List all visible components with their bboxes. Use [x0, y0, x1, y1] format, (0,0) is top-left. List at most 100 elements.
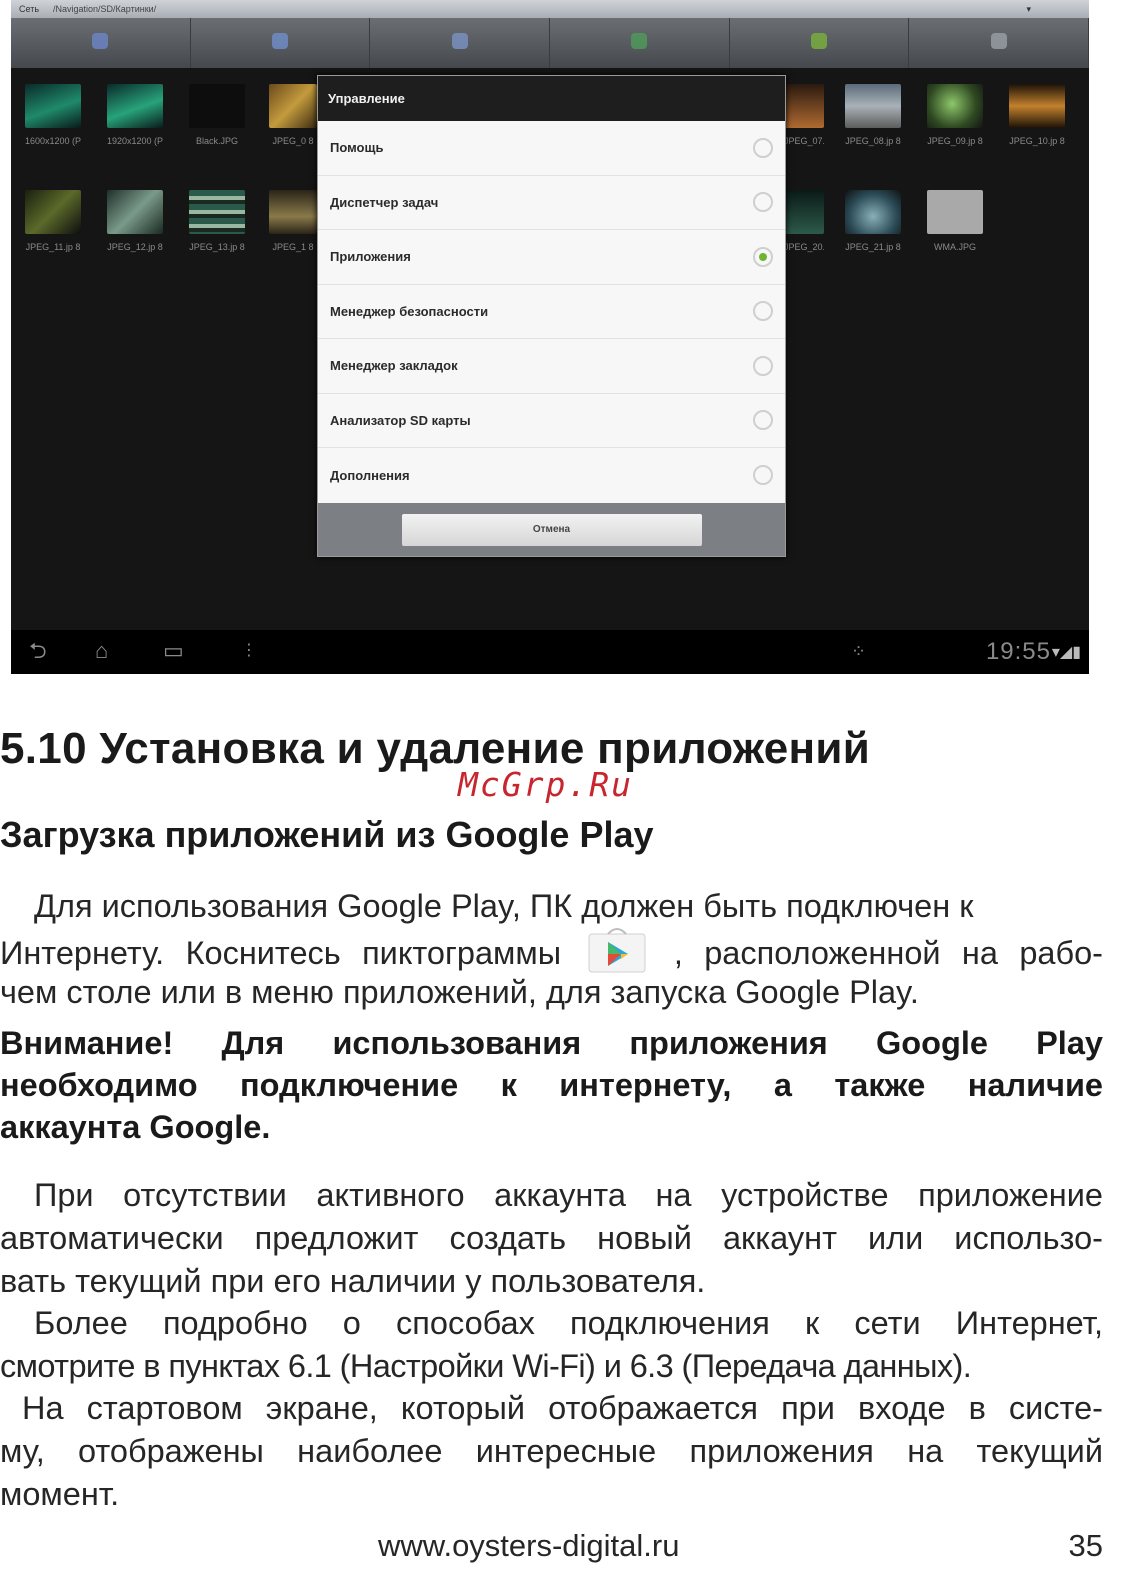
- menu-icon[interactable]: ⋮: [241, 640, 257, 662]
- thumbnail-caption: JPEG_07.jp 8: [784, 136, 824, 146]
- thumbnail-caption: JPEG_10.jp 8: [1009, 136, 1065, 146]
- back-icon[interactable]: ⮌: [29, 640, 47, 662]
- toolbar-button[interactable]: [730, 18, 910, 68]
- thumbnail[interactable]: JPEG_20.jp 8: [784, 190, 824, 254]
- search-icon: [451, 33, 468, 49]
- image-thumbnail: [25, 190, 81, 234]
- dialog-footer: Отмена: [318, 503, 785, 556]
- option-label: Анализатор SD карты: [330, 412, 471, 428]
- thumbnail-caption: JPEG_21.jp 8: [845, 242, 901, 252]
- thumbnail[interactable]: JPEG_12.jp 8: [107, 190, 163, 254]
- image-thumbnail: [25, 84, 81, 128]
- toolbar-button[interactable]: [191, 18, 371, 68]
- up-icon: [272, 33, 288, 49]
- image-thumbnail: [189, 84, 245, 128]
- thumbnail[interactable]: JPEG_07.jp 8: [784, 84, 824, 148]
- thumbnail[interactable]: JPEG_09.jp 8: [927, 84, 983, 148]
- thumbnail[interactable]: JPEG_10.jp 8: [1009, 84, 1065, 148]
- thumbnail[interactable]: Black.JPG: [189, 84, 245, 148]
- thumbnail[interactable]: JPEG_08.jp 8: [845, 84, 901, 148]
- option-label: Приложения: [330, 249, 411, 265]
- text-line: Более подробно о способах подключения к …: [34, 1305, 1103, 1341]
- home-icon[interactable]: ⌂: [95, 640, 108, 662]
- dialog-option-task-manager[interactable]: Диспетчер задач: [318, 176, 785, 230]
- radio-button[interactable]: [753, 410, 773, 431]
- text-line: Для использования Google Play, ПК должен…: [34, 888, 974, 924]
- text-fragment: Интернету. Коснитесь пиктограммы: [0, 935, 562, 971]
- menu-icon: [990, 33, 1007, 49]
- text-line: смотрите в пунктах 6.1 (Настройки Wi-Fi)…: [0, 1348, 972, 1384]
- text-line: чем столе или в меню приложений, для зап…: [0, 974, 919, 1010]
- dialog-options: Помощь Диспетчер задач Приложения Менедж…: [318, 121, 785, 503]
- thumbnail[interactable]: JPEG_13.jp 8: [189, 190, 245, 254]
- radio-button[interactable]: [753, 192, 773, 213]
- option-label: Дополнения: [330, 467, 410, 483]
- status-clock: 19:55: [985, 638, 1051, 665]
- text-line: вать текущий при его наличии у пользоват…: [0, 1263, 706, 1299]
- image-thumbnail: [269, 84, 317, 128]
- radio-button[interactable]: [753, 465, 773, 486]
- page-number: 35: [1068, 1528, 1103, 1563]
- thumbnail-caption: JPEG_20.jp 8: [784, 242, 824, 252]
- dialog-option-sd-analyzer[interactable]: Анализатор SD карты: [318, 394, 785, 448]
- tools-icon: [811, 33, 828, 49]
- thumbnail[interactable]: JPEG_11.jp 8: [25, 190, 81, 254]
- thumbnail-caption: JPEG_13.jp 8: [189, 242, 245, 252]
- radio-button-selected[interactable]: [753, 246, 773, 267]
- image-thumbnail: [107, 84, 163, 128]
- google-play-icon: [586, 928, 648, 974]
- image-thumbnail: [927, 190, 983, 234]
- thumbnail-caption: JPEG_11.jp 8: [25, 242, 81, 252]
- screenshot-icon[interactable]: ⁘: [851, 640, 866, 662]
- thumbnail-caption: Black.JPG: [195, 136, 238, 146]
- subsection-title: Загрузка приложений из Google Play: [0, 814, 654, 855]
- radio-button[interactable]: [753, 137, 773, 158]
- text-line: аккаунта Google.: [0, 1109, 271, 1145]
- thumbnail[interactable]: JPEG_1 8: [269, 190, 317, 254]
- section-title: 5.10 Установка и удаление приложений: [0, 724, 871, 773]
- dialog-option-help[interactable]: Помощь: [318, 121, 785, 176]
- thumbnail-caption: 1920x1200 (PS): [107, 136, 163, 146]
- thumbnail[interactable]: JPEG_0 8: [269, 84, 317, 148]
- image-thumbnail: [1009, 84, 1065, 128]
- recent-apps-icon[interactable]: ▭: [163, 640, 184, 662]
- home-icon: [92, 33, 109, 49]
- toolbar-button[interactable]: [550, 18, 730, 68]
- tablet-screenshot: Сеть /Navigation/SD/Картинки/ ▾ 1600x120…: [11, 0, 1089, 674]
- thumbnail[interactable]: JPEG_21.jp 8: [845, 190, 901, 254]
- thumbnail-caption: WMA.JPG: [934, 242, 976, 252]
- dialog-option-bookmark-manager[interactable]: Менеджер закладок: [318, 339, 785, 394]
- image-thumbnail: [845, 190, 901, 234]
- toolbar-button[interactable]: [370, 18, 551, 68]
- paragraph-connection-details: Более подробно о способах подключения к …: [0, 1302, 1103, 1388]
- thumbnail-caption: JPEG_09.jp 8: [927, 136, 983, 146]
- toolbar-button[interactable]: [11, 18, 191, 68]
- thumbnail[interactable]: 1920x1200 (PS): [107, 84, 163, 148]
- radio-button[interactable]: [753, 301, 773, 322]
- toolbar-button[interactable]: [909, 18, 1089, 68]
- radio-button[interactable]: [753, 355, 773, 376]
- thumbnail-caption: JPEG_08.jp 8: [845, 136, 901, 146]
- system-navigation-bar: ⮌ ⌂ ▭ ⋮ ⁘ 19:55 ▾◢▮: [11, 630, 1089, 674]
- text-line: автоматически предложит создать новый ак…: [0, 1220, 1103, 1256]
- chevron-down-icon[interactable]: ▾: [1026, 4, 1031, 15]
- footer-url[interactable]: www.oysters-digital.ru: [378, 1528, 679, 1564]
- option-label: Помощь: [330, 140, 384, 156]
- thumbnail[interactable]: 1600x1200 (PS): [25, 84, 81, 148]
- cancel-button[interactable]: Отмена: [401, 513, 702, 546]
- thumbnail-caption: 1600x1200 (PS): [25, 136, 81, 146]
- dialog-option-security-manager[interactable]: Менеджер безопасности: [318, 285, 785, 339]
- paragraph-start-screen: На стартовом экране, который отображаетс…: [0, 1387, 1103, 1516]
- image-thumbnail: [927, 84, 983, 128]
- image-thumbnail: [189, 190, 245, 234]
- file-manager-toolbar: [11, 18, 1089, 68]
- address-bar[interactable]: Сеть /Navigation/SD/Картинки/ ▾: [11, 0, 1089, 18]
- text-line: Интернету. Коснитесь пиктограммы , распо…: [0, 928, 1103, 974]
- image-thumbnail: [269, 190, 317, 234]
- dialog-option-addons[interactable]: Дополнения: [318, 448, 785, 503]
- watermark: McGrp.Ru: [458, 765, 633, 804]
- thumbnail[interactable]: WMA.JPG: [927, 190, 983, 254]
- dialog-option-applications[interactable]: Приложения: [318, 230, 785, 285]
- text-line: необходимо подключение к интернету, а та…: [0, 1067, 1103, 1103]
- management-dialog: Управление Помощь Диспетчер задач Прилож…: [317, 75, 786, 557]
